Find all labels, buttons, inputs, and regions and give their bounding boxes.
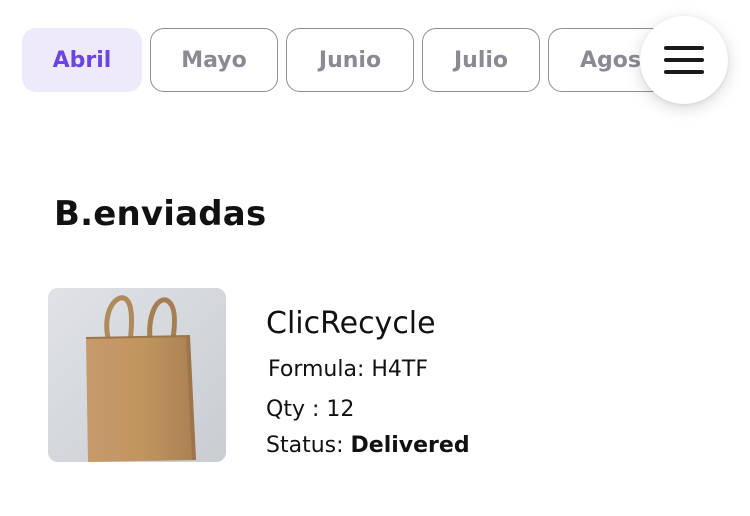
product-image: [48, 288, 226, 462]
status-label: Status:: [266, 433, 351, 458]
hamburger-menu-icon-line: [664, 58, 704, 62]
orders-screen: Abril Mayo Junio Julio Agosto B.enviadas: [0, 0, 750, 516]
status-value: Delivered: [350, 433, 470, 458]
tab-junio[interactable]: Junio: [286, 28, 414, 92]
formula-value: H4TF: [371, 357, 429, 382]
formula-label: Formula:: [268, 357, 372, 382]
product-name: ClicRecycle: [266, 306, 436, 341]
qty-label: Qty :: [266, 397, 327, 422]
product-qty: Qty : 12: [266, 397, 354, 422]
tab-mayo[interactable]: Mayo: [150, 28, 278, 92]
tote-bag-image: [48, 288, 226, 462]
hamburger-menu-icon-line: [664, 70, 704, 74]
tab-abril[interactable]: Abril: [22, 28, 142, 92]
tab-julio[interactable]: Julio: [422, 28, 540, 92]
menu-button[interactable]: [640, 16, 728, 104]
section-title: B.enviadas: [54, 194, 267, 234]
product-formula: Formula: H4TF: [268, 357, 428, 382]
product-status: Status: Delivered: [266, 433, 470, 458]
qty-value: 12: [326, 397, 355, 422]
product-card[interactable]: ClicRecycle Formula: H4TF Qty : 12 Statu…: [48, 288, 728, 464]
hamburger-menu-icon: [664, 46, 704, 50]
